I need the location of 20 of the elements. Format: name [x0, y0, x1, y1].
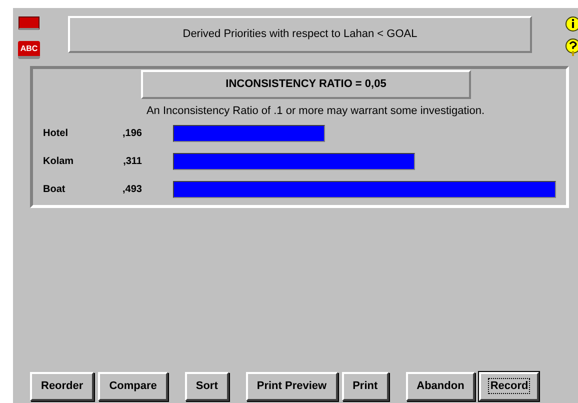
action-button[interactable]: Compare: [98, 372, 168, 401]
action-button[interactable]: Record: [479, 372, 540, 401]
action-button[interactable]: Reorder: [30, 372, 94, 401]
ratio-label: INCONSISTENCY RATIO = 0,05: [141, 70, 471, 99]
book-icon[interactable]: [18, 16, 40, 31]
row-label: Kolam: [43, 155, 75, 169]
note-text: An Inconsistency Ratio of .1 or more may warrant some investigation.: [145, 104, 486, 119]
abc-icon[interactable]: ABC: [18, 41, 40, 59]
info-icon[interactable]: [565, 16, 578, 32]
action-button[interactable]: Sort: [184, 372, 229, 401]
header-title: Derived Priorities with respect to Lahan < GOAL: [68, 16, 532, 53]
row-value: ,311: [122, 155, 143, 169]
row-value: ,493: [122, 183, 143, 197]
action-button[interactable]: Abandon: [406, 372, 476, 401]
row-value: ,196: [122, 127, 143, 141]
action-button[interactable]: Print Preview: [246, 372, 338, 401]
help-icon[interactable]: [565, 38, 578, 58]
action-button[interactable]: Print: [342, 372, 389, 401]
row-label: Hotel: [43, 127, 69, 141]
row-label: Boat: [43, 183, 66, 197]
